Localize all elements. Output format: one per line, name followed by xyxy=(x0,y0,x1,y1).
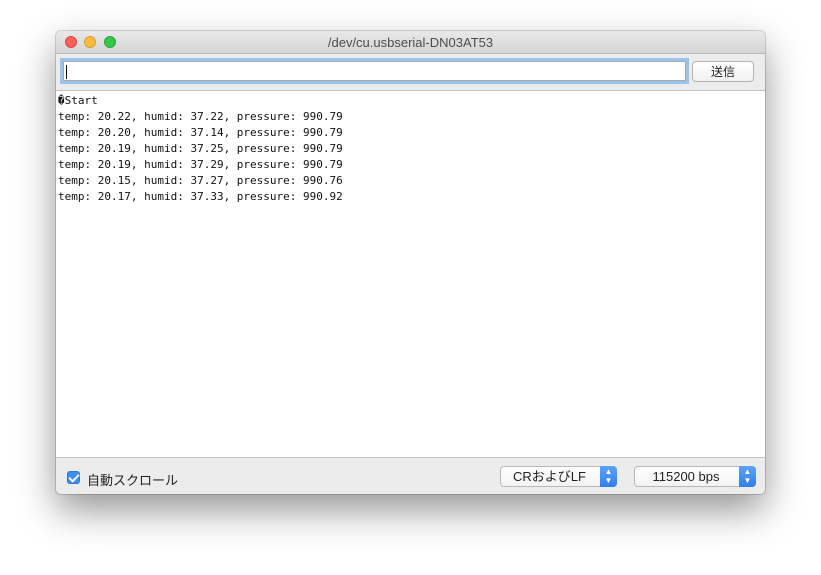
output-line: temp: 20.17, humid: 37.33, pressure: 990… xyxy=(58,190,343,203)
text-caret xyxy=(66,65,67,79)
title-bar[interactable]: /dev/cu.usbserial-DN03AT53 xyxy=(56,31,765,54)
autoscroll-checkbox[interactable] xyxy=(67,471,80,484)
autoscroll-label[interactable]: 自動スクロール xyxy=(87,470,178,489)
serial-monitor-window: /dev/cu.usbserial-DN03AT53 送信 �Start tem… xyxy=(56,31,765,494)
output-line: temp: 20.22, humid: 37.22, pressure: 990… xyxy=(58,110,343,123)
stepper-chevrons-icon: ▲ ▼ xyxy=(600,466,617,487)
stepper-chevrons-icon: ▲ ▼ xyxy=(739,466,756,487)
output-line: temp: 20.19, humid: 37.29, pressure: 990… xyxy=(58,158,343,171)
output-line: temp: 20.20, humid: 37.14, pressure: 990… xyxy=(58,126,343,139)
send-input[interactable] xyxy=(63,61,686,81)
baud-rate-select[interactable]: 115200 bps ▲ ▼ xyxy=(634,466,756,487)
window-title: /dev/cu.usbserial-DN03AT53 xyxy=(327,35,494,50)
line-ending-select[interactable]: CRおよびLF ▲ ▼ xyxy=(500,466,617,487)
serial-output[interactable]: �Start temp: 20.22, humid: 37.22, pressu… xyxy=(56,91,765,458)
baud-rate-value: 115200 bps xyxy=(652,469,720,484)
output-line: temp: 20.15, humid: 37.27, pressure: 990… xyxy=(58,174,343,187)
output-line: temp: 20.19, humid: 37.25, pressure: 990… xyxy=(58,142,343,155)
send-toolbar: 送信 xyxy=(56,54,765,91)
send-button[interactable]: 送信 xyxy=(692,61,754,82)
status-bar: 自動スクロール CRおよびLF ▲ ▼ 115200 bps ▲ ▼ xyxy=(56,459,765,494)
line-ending-value: CRおよびLF xyxy=(513,469,586,484)
output-line: �Start xyxy=(58,94,98,107)
